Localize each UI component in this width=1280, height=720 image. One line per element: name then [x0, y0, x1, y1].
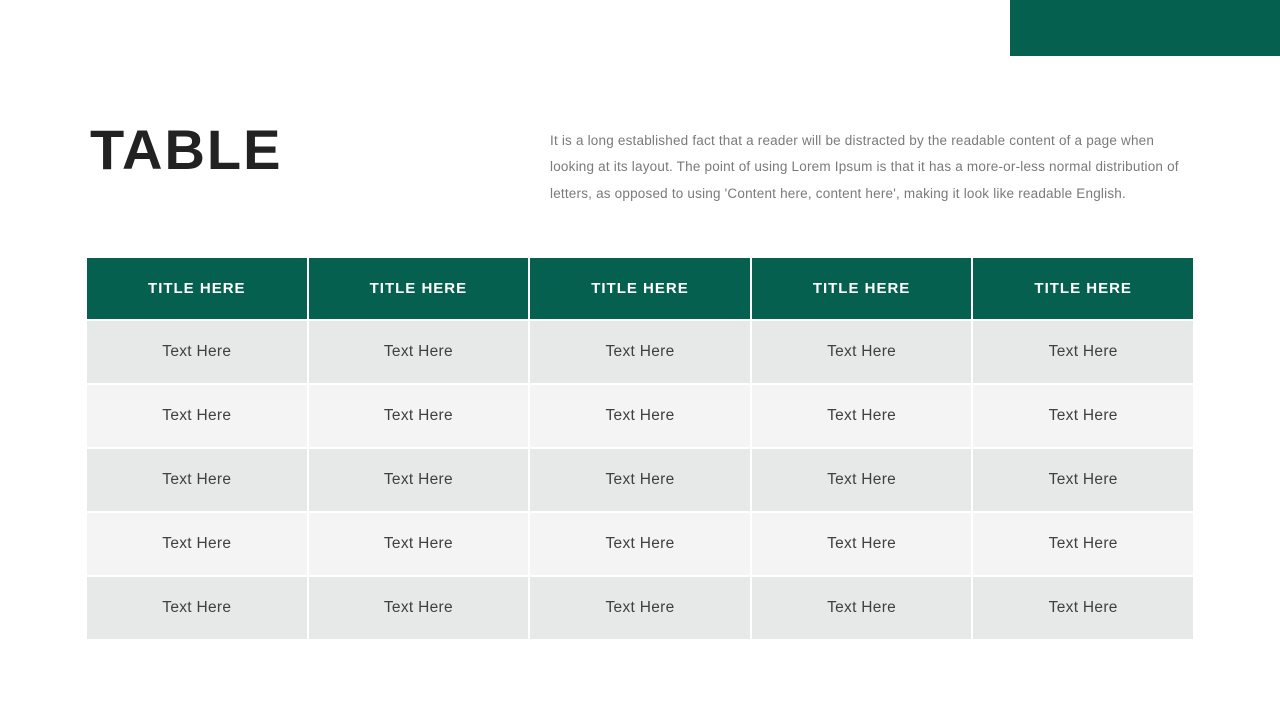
header-section: TABLE It is a long established fact that…: [90, 122, 1190, 207]
table-cell: Text Here: [752, 577, 972, 639]
table-cell: Text Here: [973, 513, 1193, 575]
table-cell: Text Here: [87, 513, 307, 575]
table-header-cell: TITLE HERE: [752, 258, 972, 319]
table-cell: Text Here: [530, 577, 750, 639]
table-cell: Text Here: [87, 577, 307, 639]
corner-accent-block: [1010, 0, 1280, 56]
table-header-row: TITLE HERE TITLE HERE TITLE HERE TITLE H…: [87, 258, 1193, 319]
table-row: Text Here Text Here Text Here Text Here …: [87, 513, 1193, 575]
table-cell: Text Here: [752, 321, 972, 383]
table-cell: Text Here: [87, 321, 307, 383]
table-cell: Text Here: [87, 449, 307, 511]
table-header-cell: TITLE HERE: [973, 258, 1193, 319]
page-description: It is a long established fact that a rea…: [550, 122, 1190, 207]
table-cell: Text Here: [752, 513, 972, 575]
table-cell: Text Here: [752, 449, 972, 511]
table-row: Text Here Text Here Text Here Text Here …: [87, 321, 1193, 383]
table-header-cell: TITLE HERE: [87, 258, 307, 319]
table-cell: Text Here: [530, 321, 750, 383]
table-cell: Text Here: [87, 385, 307, 447]
table-header-cell: TITLE HERE: [309, 258, 529, 319]
table-cell: Text Here: [973, 449, 1193, 511]
page-title: TABLE: [90, 122, 510, 178]
table-cell: Text Here: [973, 385, 1193, 447]
table-cell: Text Here: [309, 513, 529, 575]
table-cell: Text Here: [752, 385, 972, 447]
table-cell: Text Here: [309, 577, 529, 639]
table-cell: Text Here: [973, 577, 1193, 639]
table-row: Text Here Text Here Text Here Text Here …: [87, 577, 1193, 639]
data-table: TITLE HERE TITLE HERE TITLE HERE TITLE H…: [85, 256, 1195, 641]
table-cell: Text Here: [530, 449, 750, 511]
table-cell: Text Here: [309, 385, 529, 447]
table-header-cell: TITLE HERE: [530, 258, 750, 319]
table-row: Text Here Text Here Text Here Text Here …: [87, 385, 1193, 447]
table-cell: Text Here: [530, 385, 750, 447]
table-container: TITLE HERE TITLE HERE TITLE HERE TITLE H…: [85, 256, 1195, 641]
table-cell: Text Here: [530, 513, 750, 575]
table-cell: Text Here: [309, 449, 529, 511]
table-cell: Text Here: [309, 321, 529, 383]
table-row: Text Here Text Here Text Here Text Here …: [87, 449, 1193, 511]
table-cell: Text Here: [973, 321, 1193, 383]
